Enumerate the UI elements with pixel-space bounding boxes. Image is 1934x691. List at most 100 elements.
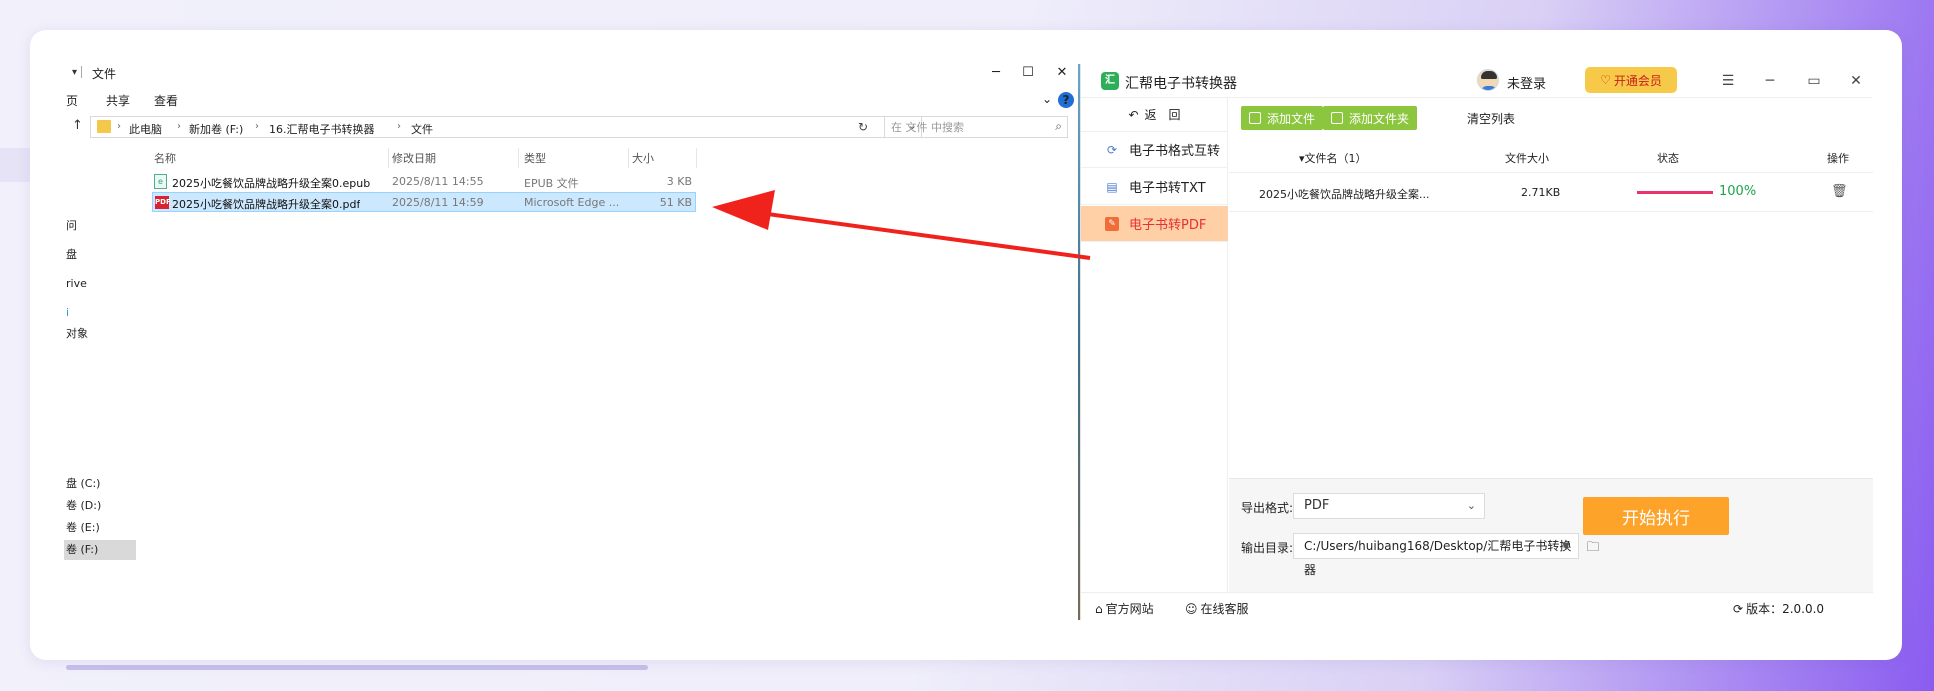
official-site-link[interactable]: ⌂ 官方网站 bbox=[1095, 600, 1154, 617]
ribbon-tab-view[interactable]: 查看 bbox=[154, 92, 178, 109]
file-row[interactable]: PDF 2025小吃餐饮品牌战略升级全案0.pdf 2025/8/11 14:5… bbox=[152, 192, 696, 212]
app-title: 汇帮电子书转换器 bbox=[1125, 76, 1237, 92]
file-name: 2025小吃餐饮品牌战略升级全案0.epub bbox=[172, 177, 371, 190]
nav-item-drive[interactable]: rive bbox=[64, 274, 87, 294]
export-panel: 导出格式: PDF ⌄ 输出目录: C:/Users/huibang168/De… bbox=[1229, 478, 1873, 592]
vip-label: 开通会员 bbox=[1613, 73, 1662, 88]
export-format-select[interactable]: PDF ⌄ bbox=[1293, 493, 1485, 519]
export-format-value: PDF bbox=[1304, 498, 1330, 513]
nav-item-drive-f[interactable]: 卷 (F:) bbox=[64, 540, 136, 560]
column-header-size[interactable]: 大小 bbox=[632, 150, 654, 166]
address-row: ↑ › 此电脑 › 新加卷 (F:) › 16.汇帮电子书转换器 › 文件 ⌄ … bbox=[64, 114, 1082, 140]
app-footer: ⌂ 官方网站 ☺ 在线客服 ⟳ 版本：2.0.0.0 bbox=[1081, 592, 1873, 620]
search-input[interactable] bbox=[891, 118, 1041, 136]
add-file-icon bbox=[1249, 112, 1261, 124]
nav-item-recent[interactable]: 问 bbox=[64, 216, 77, 236]
home-icon: ⌂ bbox=[1095, 601, 1103, 616]
column-header-name[interactable]: 名称 bbox=[154, 150, 176, 166]
row-filesize: 2.71KB bbox=[1521, 186, 1561, 199]
sidebar-item-to-txt[interactable]: ▤ 电子书转TXT bbox=[1081, 169, 1228, 205]
trash-icon[interactable]: 🗑 bbox=[1831, 184, 1848, 199]
login-status[interactable]: 未登录 bbox=[1507, 73, 1546, 92]
up-arrow-icon[interactable]: ↑ bbox=[72, 118, 83, 133]
progress-bar bbox=[1637, 191, 1713, 194]
breadcrumb-drive[interactable]: 新加卷 (F:) bbox=[189, 121, 243, 137]
close-icon[interactable]: ✕ bbox=[1841, 68, 1871, 94]
headset-icon: ☺ bbox=[1185, 601, 1198, 616]
add-folder-label: 添加文件夹 bbox=[1349, 111, 1410, 126]
converter-app-window: 汇 汇帮电子书转换器 未登录 ♡ 开通会员 ☰ ─ ▭ ✕ ↶ 返 回 ⟳ 电子书… bbox=[1080, 64, 1873, 620]
nav-item-cloud[interactable]: i bbox=[64, 303, 69, 323]
file-modified: 2025/8/11 14:59 bbox=[392, 196, 484, 209]
ribbon-expand-icon[interactable]: ⌄ bbox=[1042, 92, 1052, 106]
nav-item-disk[interactable]: 盘 bbox=[64, 245, 77, 265]
nav-item-objects[interactable]: 对象 bbox=[64, 324, 88, 344]
menu-icon[interactable]: ☰ bbox=[1713, 68, 1743, 94]
column-divider[interactable] bbox=[628, 148, 629, 168]
ribbon-tab-home[interactable]: 页 bbox=[66, 92, 78, 109]
add-file-button[interactable]: 添加文件 bbox=[1241, 106, 1324, 130]
maximize-icon[interactable]: ▭ bbox=[1799, 68, 1829, 94]
avatar[interactable] bbox=[1477, 69, 1499, 91]
start-button[interactable]: 开始执行 bbox=[1583, 497, 1729, 535]
column-header-action: 操作 bbox=[1827, 152, 1849, 165]
nav-item-drive-e[interactable]: 卷 (E:) bbox=[64, 518, 100, 538]
table-row[interactable]: 2025小吃餐饮品牌战略升级全案... 2.71KB 100% 🗑 bbox=[1229, 172, 1873, 212]
output-dir-label: 输出目录: bbox=[1241, 541, 1294, 555]
sidebar-item-format-convert[interactable]: ⟳ 电子书格式互转 bbox=[1081, 132, 1228, 168]
breadcrumb-app-folder[interactable]: 16.汇帮电子书转换器 bbox=[269, 121, 375, 137]
ribbon-tab-share[interactable]: 共享 bbox=[106, 92, 130, 109]
breadcrumb-separator: › bbox=[117, 121, 121, 132]
breadcrumb-files[interactable]: 文件 bbox=[411, 121, 433, 137]
breadcrumb-separator: › bbox=[177, 121, 181, 132]
explorer-title: 文件 bbox=[92, 67, 117, 81]
clear-list-button[interactable]: 清空列表 bbox=[1467, 110, 1515, 127]
sidebar-item-to-pdf[interactable]: ✎ 电子书转PDF bbox=[1081, 206, 1228, 242]
breadcrumb-separator: › bbox=[397, 121, 401, 132]
search-box[interactable]: ⌕ bbox=[884, 116, 1068, 138]
minimize-icon[interactable]: ─ bbox=[1755, 68, 1785, 94]
vip-button[interactable]: ♡ 开通会员 bbox=[1585, 67, 1677, 93]
column-header-filesize: 文件大小 bbox=[1505, 152, 1549, 165]
add-folder-icon bbox=[1331, 112, 1343, 124]
column-divider[interactable] bbox=[518, 148, 519, 168]
sidebar-item-label: 电子书格式互转 bbox=[1129, 144, 1221, 159]
add-folder-button[interactable]: 添加文件夹 bbox=[1323, 106, 1418, 130]
help-icon[interactable]: ? bbox=[1058, 92, 1074, 108]
close-icon[interactable]: ✕ bbox=[1042, 60, 1082, 84]
nav-item-drive-d[interactable]: 卷 (D:) bbox=[64, 496, 101, 516]
sidebar-item-label: 电子书转PDF bbox=[1129, 218, 1207, 233]
refresh-icon: ⟳ bbox=[1106, 142, 1118, 157]
quick-access-dropdown-icon[interactable]: ▾ bbox=[72, 66, 86, 78]
export-format-label: 导出格式: bbox=[1241, 501, 1294, 515]
row-filename: 2025小吃餐饮品牌战略升级全案... bbox=[1259, 188, 1430, 201]
column-header-modified[interactable]: 修改日期 bbox=[392, 150, 436, 166]
sidebar: ↶ 返 回 ⟳ 电子书格式互转 ▤ 电子书转TXT ✎ 电子书转PDF bbox=[1081, 98, 1228, 592]
sidebar-item-label: 电子书转TXT bbox=[1129, 181, 1206, 196]
navigation-pane: 问 盘 rive i 对象 盘 (C:) 卷 (D:) 卷 (E:) 卷 (F:… bbox=[64, 144, 136, 622]
file-modified: 2025/8/11 14:55 bbox=[392, 175, 484, 188]
sidebar-scrollbar[interactable] bbox=[1081, 582, 1228, 592]
file-type: EPUB 文件 bbox=[524, 177, 579, 190]
online-service-link[interactable]: ☺ 在线客服 bbox=[1185, 600, 1249, 617]
back-arrow-icon: ↶ bbox=[1128, 107, 1139, 122]
file-row[interactable]: e 2025小吃餐饮品牌战略升级全案0.epub 2025/8/11 14:55… bbox=[152, 172, 696, 192]
pdf-file-icon: PDF bbox=[155, 196, 171, 209]
column-divider[interactable] bbox=[388, 148, 389, 168]
background-scrollbar bbox=[66, 665, 648, 670]
open-folder-icon[interactable]: 🗀 bbox=[1583, 539, 1603, 559]
chevron-down-icon: ⌄ bbox=[1466, 499, 1476, 512]
breadcrumb-this-pc[interactable]: 此电脑 bbox=[129, 121, 162, 137]
column-header-filename[interactable]: ▾文件名（1） bbox=[1299, 150, 1367, 166]
caret-down-icon: ▼ bbox=[1562, 541, 1570, 552]
refresh-icon[interactable]: ↻ bbox=[858, 120, 868, 134]
output-dir-value: C:/Users/huibang168/Desktop/汇帮电子书转换器 bbox=[1304, 539, 1572, 577]
column-header-type[interactable]: 类型 bbox=[524, 150, 546, 166]
folder-icon bbox=[97, 120, 111, 133]
address-bar[interactable]: › 此电脑 › 新加卷 (F:) › 16.汇帮电子书转换器 › 文件 ⌄ bbox=[90, 116, 922, 138]
nav-item-drive-c[interactable]: 盘 (C:) bbox=[64, 474, 100, 494]
output-dir-select[interactable]: C:/Users/huibang168/Desktop/汇帮电子书转换器 ▼ bbox=[1293, 533, 1579, 577]
back-button[interactable]: ↶ 返 回 bbox=[1081, 98, 1228, 132]
column-divider[interactable] bbox=[696, 148, 697, 168]
row-status: 100% bbox=[1719, 184, 1757, 199]
